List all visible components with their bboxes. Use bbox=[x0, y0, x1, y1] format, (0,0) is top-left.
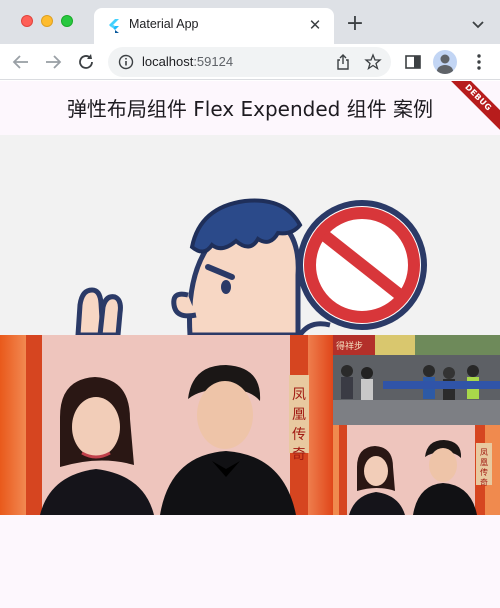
window-minimize-button[interactable] bbox=[41, 15, 53, 27]
reload-icon[interactable] bbox=[74, 50, 98, 74]
app-bar: 弹性布局组件 Flex Expended 组件 案例 bbox=[0, 81, 500, 134]
couple-stage-small-image: 凤 凰 传 奇 bbox=[333, 425, 500, 515]
tab-title: Material App bbox=[129, 17, 199, 31]
url-text: localhost:59124 bbox=[142, 54, 233, 69]
url-port: :59124 bbox=[193, 54, 234, 69]
url-host: localhost bbox=[142, 54, 194, 69]
info-icon[interactable] bbox=[118, 54, 134, 70]
back-icon[interactable] bbox=[9, 50, 33, 74]
cartoon-stop-sign-image bbox=[0, 135, 500, 335]
svg-text:传: 传 bbox=[292, 427, 306, 443]
svg-text:传: 传 bbox=[480, 467, 488, 477]
svg-text:奇: 奇 bbox=[480, 477, 488, 487]
browser-tab[interactable]: Material App ✕ bbox=[94, 8, 334, 44]
svg-text:凤: 凤 bbox=[292, 387, 306, 403]
new-tab-button[interactable]: + bbox=[344, 13, 366, 35]
address-bar[interactable]: localhost:59124 bbox=[108, 47, 391, 77]
share-icon[interactable] bbox=[334, 53, 352, 71]
svg-text:凰: 凰 bbox=[292, 407, 306, 423]
star-icon[interactable] bbox=[364, 53, 382, 71]
page-title: 弹性布局组件 Flex Expended 组件 案例 bbox=[66, 97, 434, 121]
forward-icon[interactable] bbox=[41, 50, 65, 74]
couple-stage-image: 凤 凰 传 奇 bbox=[0, 335, 333, 515]
tab-search-icon[interactable] bbox=[468, 14, 488, 34]
window-close-button[interactable] bbox=[21, 15, 33, 27]
menu-icon[interactable] bbox=[470, 52, 488, 72]
flutter-icon bbox=[109, 19, 119, 33]
svg-text:凰: 凰 bbox=[480, 458, 488, 467]
browser-toolbar: localhost:59124 bbox=[0, 44, 500, 80]
svg-text:凤: 凤 bbox=[480, 448, 488, 457]
close-tab-icon[interactable]: ✕ bbox=[306, 16, 324, 34]
browser-titlebar: Material App ✕ + bbox=[0, 0, 500, 44]
svg-text:得祥步: 得祥步 bbox=[336, 340, 363, 352]
app-content: 弹性布局组件 Flex Expended 组件 案例 DEBUG 凤 凰 传 奇… bbox=[0, 81, 500, 608]
window-maximize-button[interactable] bbox=[61, 15, 73, 27]
svg-text:奇: 奇 bbox=[292, 446, 306, 463]
crowd-street-image: 得祥步 bbox=[333, 335, 500, 425]
profile-icon[interactable] bbox=[433, 50, 457, 74]
side-panel-icon[interactable] bbox=[404, 53, 422, 71]
